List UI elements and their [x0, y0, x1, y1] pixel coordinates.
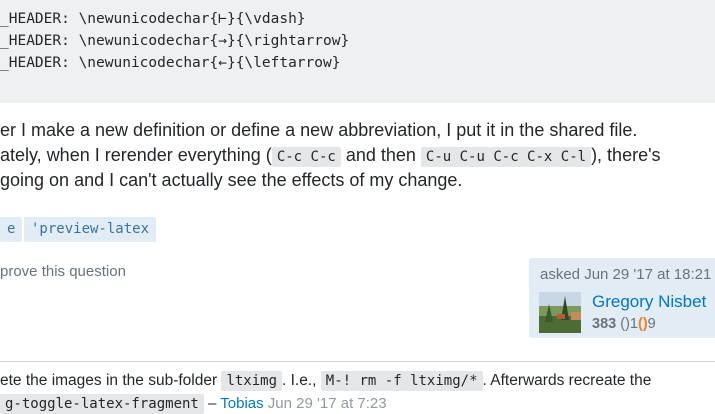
paragraph-text: and then	[340, 145, 421, 165]
code-block: _HEADER: \newunicodechar{⊢}{\vdash} _HEA…	[0, 0, 715, 103]
badge-count: )1	[625, 316, 638, 332]
badge-count: 9	[647, 316, 656, 332]
improve-question-link[interactable]: prove this question	[0, 263, 126, 280]
paragraph-line-1: er I make a new definition or define a n…	[0, 120, 638, 140]
user-name-link[interactable]: Gregory Nisbet	[592, 292, 706, 312]
code-line-3: _HEADER: \newunicodechar{←}{\leftarrow}	[0, 55, 341, 71]
inline-code: C-c C-c	[271, 147, 341, 167]
inline-code: ltximg	[221, 371, 283, 391]
avatar[interactable]	[539, 292, 581, 333]
tag-e[interactable]: e	[0, 217, 23, 242]
reputation-score: 383	[592, 316, 617, 332]
inline-code: g-toggle-latex-fragment	[0, 394, 204, 414]
paragraph-line-2: ately, when I rerender everything (C-c C…	[0, 145, 661, 167]
code-line-2: _HEADER: \newunicodechar{→}{\rightarrow}	[0, 33, 350, 49]
comment-text-post: . Afterwards recreate the	[482, 372, 652, 389]
tag-preview-latex[interactable]: 'preview-latex	[24, 217, 157, 242]
comment-text: ete the images in the sub-folder ltximg.…	[0, 371, 652, 391]
comment-text-mid: . I.e.,	[282, 372, 321, 389]
comment-text-pre: ete the images in the sub-folder	[0, 372, 222, 389]
user-reputation: 383 ()1()9	[592, 316, 656, 332]
paragraph-text: ately, when I rerender everything (	[0, 145, 272, 165]
asked-user-card: asked Jun 29 '17 at 18:21 Gregory Nisbet…	[529, 258, 715, 338]
asked-timestamp: asked Jun 29 '17 at 18:21	[540, 266, 712, 283]
inline-code: C-u C-u C-c C-x C-l	[420, 147, 592, 167]
divider	[0, 361, 715, 362]
inline-code: M-! rm -f ltximg/*	[320, 371, 483, 391]
paragraph-text: ), there's	[591, 145, 661, 165]
code-line-1: _HEADER: \newunicodechar{⊢}{\vdash}	[0, 11, 306, 27]
paragraph-line-3: going on and I can't actually see the ef…	[0, 170, 463, 190]
